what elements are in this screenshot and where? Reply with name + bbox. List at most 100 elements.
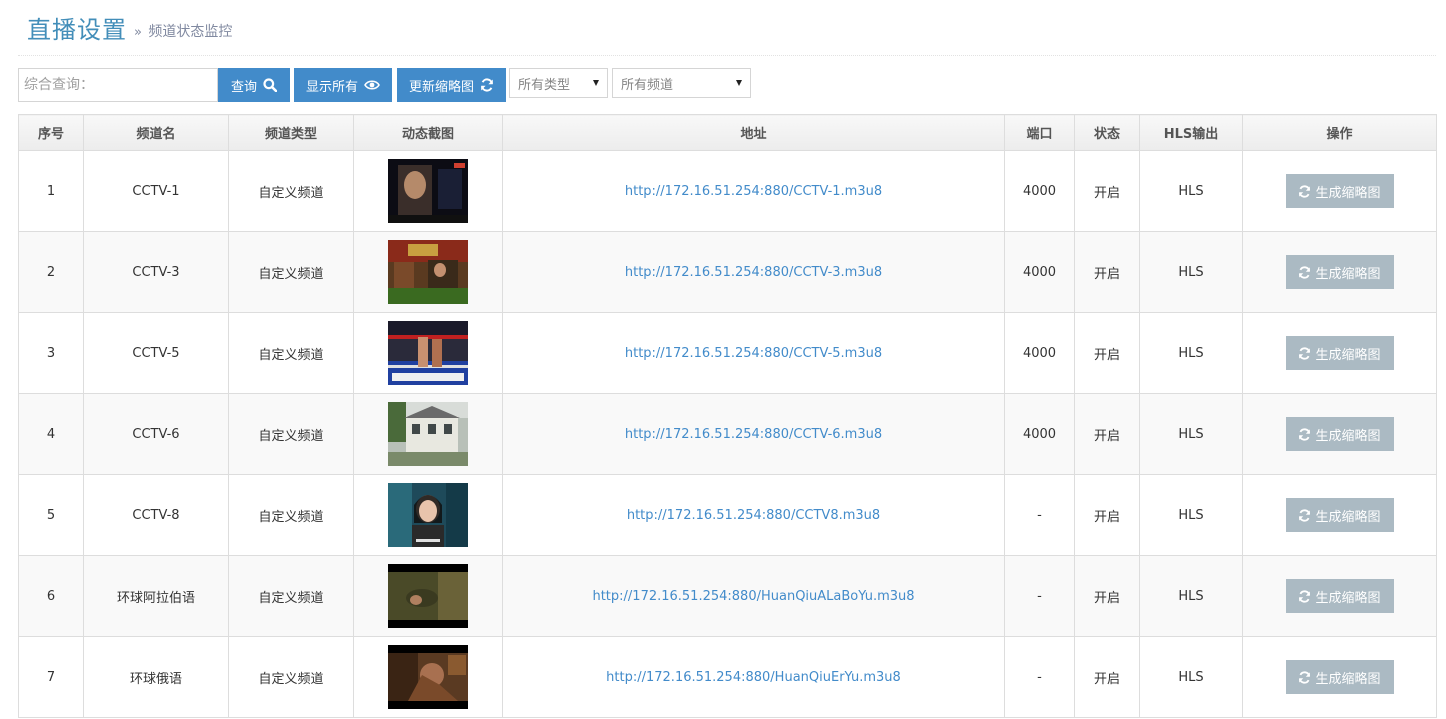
- cell-url: http://172.16.51.254:880/CCTV-5.m3u8: [502, 312, 1005, 394]
- cell-snapshot: [353, 636, 503, 718]
- table-row: 6 环球阿拉伯语 自定义频道 http://172.16.51.254:880/…: [18, 555, 1437, 637]
- dropdown-arrow-icon: [593, 80, 599, 86]
- type-select[interactable]: 所有类型: [509, 68, 608, 98]
- refresh-thumbnails-button[interactable]: 更新缩略图: [397, 68, 506, 102]
- generate-thumbnail-label: 生成缩略图: [1315, 266, 1381, 282]
- refresh-icon: [1299, 508, 1311, 522]
- search-icon: [263, 78, 277, 92]
- type-select-value: 所有类型: [518, 77, 571, 93]
- column-header-action: 操作: [1242, 114, 1437, 151]
- column-header-port[interactable]: 端口: [1004, 114, 1075, 151]
- column-header-snapshot[interactable]: 动态截图: [353, 114, 503, 151]
- stream-url-link[interactable]: http://172.16.51.254:880/HuanQiuALaBoYu.…: [592, 589, 914, 604]
- generate-thumbnail-button[interactable]: 生成缩略图: [1285, 417, 1394, 451]
- column-header-status[interactable]: 状态: [1074, 114, 1140, 151]
- stream-url-link[interactable]: http://172.16.51.254:880/CCTV-3.m3u8: [625, 265, 882, 280]
- cell-type: 自定义频道: [228, 393, 354, 475]
- cell-url: http://172.16.51.254:880/HuanQiuErYu.m3u…: [502, 636, 1005, 718]
- stream-url-link[interactable]: http://172.16.51.254:880/CCTV-6.m3u8: [625, 427, 882, 442]
- cell-name: CCTV-6: [83, 393, 229, 475]
- column-header-no[interactable]: 序号: [18, 114, 84, 151]
- cell-hls: HLS: [1139, 555, 1243, 637]
- channel-thumbnail[interactable]: [388, 483, 468, 547]
- cell-name: 环球俄语: [83, 636, 229, 718]
- cell-port: -: [1004, 555, 1075, 637]
- channel-select[interactable]: 所有频道: [612, 68, 751, 98]
- cell-url: http://172.16.51.254:880/CCTV-3.m3u8: [502, 231, 1005, 313]
- channel-thumbnail[interactable]: [388, 564, 468, 628]
- stream-url-link[interactable]: http://172.16.51.254:880/CCTV8.m3u8: [627, 508, 880, 523]
- cell-port: 4000: [1004, 231, 1075, 313]
- cell-url: http://172.16.51.254:880/HuanQiuALaBoYu.…: [502, 555, 1005, 637]
- cell-hls: HLS: [1139, 231, 1243, 313]
- cell-snapshot: [353, 393, 503, 475]
- eye-icon: [364, 80, 380, 90]
- page-header: 直播设置 » 频道状态监控: [18, 0, 1436, 56]
- cell-status: 开启: [1074, 312, 1140, 394]
- cell-type: 自定义频道: [228, 474, 354, 556]
- dropdown-arrow-icon: [736, 80, 742, 86]
- search-input[interactable]: [18, 68, 218, 102]
- query-button-label: 查询: [230, 79, 257, 95]
- cell-action: 生成缩略图: [1242, 393, 1437, 475]
- channel-thumbnail[interactable]: [388, 321, 468, 385]
- show-all-button[interactable]: 显示所有: [294, 68, 392, 102]
- generate-thumbnail-label: 生成缩略图: [1315, 671, 1381, 687]
- channel-select-value: 所有频道: [621, 77, 674, 93]
- generate-thumbnail-button[interactable]: 生成缩略图: [1285, 336, 1394, 370]
- channel-thumbnail[interactable]: [388, 159, 468, 223]
- cell-snapshot: [353, 474, 503, 556]
- refresh-icon: [1299, 184, 1311, 198]
- refresh-icon: [1299, 346, 1311, 360]
- cell-snapshot: [353, 312, 503, 394]
- table-row: 4 CCTV-6 自定义频道 http://172.16.51.254:880/…: [18, 393, 1437, 475]
- cell-name: CCTV-1: [83, 150, 229, 232]
- cell-port: 4000: [1004, 312, 1075, 394]
- cell-status: 开启: [1074, 636, 1140, 718]
- column-header-hls[interactable]: HLS输出: [1139, 114, 1243, 151]
- cell-action: 生成缩略图: [1242, 636, 1437, 718]
- stream-url-link[interactable]: http://172.16.51.254:880/CCTV-1.m3u8: [625, 184, 882, 199]
- column-header-type[interactable]: 频道类型: [228, 114, 354, 151]
- channel-thumbnail[interactable]: [388, 240, 468, 304]
- cell-status: 开启: [1074, 150, 1140, 232]
- generate-thumbnail-button[interactable]: 生成缩略图: [1285, 174, 1394, 208]
- cell-status: 开启: [1074, 474, 1140, 556]
- channel-thumbnail[interactable]: [388, 645, 468, 709]
- cell-status: 开启: [1074, 393, 1140, 475]
- show-all-button-label: 显示所有: [305, 79, 358, 95]
- cell-status: 开启: [1074, 555, 1140, 637]
- column-header-name[interactable]: 频道名: [83, 114, 229, 151]
- generate-thumbnail-button[interactable]: 生成缩略图: [1285, 579, 1394, 613]
- cell-port: -: [1004, 474, 1075, 556]
- refresh-icon: [1299, 670, 1311, 684]
- stream-url-link[interactable]: http://172.16.51.254:880/HuanQiuErYu.m3u…: [606, 670, 901, 685]
- table-header-row: 序号 频道名 频道类型 动态截图 地址 端口 状态 HLS输出 操作: [18, 114, 1437, 151]
- cell-type: 自定义频道: [228, 231, 354, 313]
- generate-thumbnail-button[interactable]: 生成缩略图: [1285, 255, 1394, 289]
- generate-thumbnail-label: 生成缩略图: [1315, 185, 1381, 201]
- generate-thumbnail-label: 生成缩略图: [1315, 590, 1381, 606]
- cell-snapshot: [353, 231, 503, 313]
- channel-thumbnail[interactable]: [388, 402, 468, 466]
- cell-name: CCTV-3: [83, 231, 229, 313]
- cell-port: 4000: [1004, 150, 1075, 232]
- table-row: 2 CCTV-3 自定义频道 http://172.16.51.254:880/…: [18, 231, 1437, 313]
- cell-hls: HLS: [1139, 636, 1243, 718]
- generate-thumbnail-label: 生成缩略图: [1315, 347, 1381, 363]
- cell-type: 自定义频道: [228, 150, 354, 232]
- cell-no: 1: [18, 150, 84, 232]
- query-button[interactable]: 查询: [218, 68, 290, 102]
- toolbar: 查询 显示所有 更新缩略图 所有类型 所有频道: [18, 67, 1436, 102]
- generate-thumbnail-button[interactable]: 生成缩略图: [1285, 498, 1394, 532]
- column-header-url[interactable]: 地址: [502, 114, 1005, 151]
- cell-action: 生成缩略图: [1242, 231, 1437, 313]
- cell-no: 3: [18, 312, 84, 394]
- refresh-icon: [1299, 589, 1311, 603]
- generate-thumbnail-label: 生成缩略图: [1315, 509, 1381, 525]
- cell-type: 自定义频道: [228, 555, 354, 637]
- stream-url-link[interactable]: http://172.16.51.254:880/CCTV-5.m3u8: [625, 346, 882, 361]
- generate-thumbnail-button[interactable]: 生成缩略图: [1285, 660, 1394, 694]
- refresh-icon: [1299, 427, 1311, 441]
- cell-port: -: [1004, 636, 1075, 718]
